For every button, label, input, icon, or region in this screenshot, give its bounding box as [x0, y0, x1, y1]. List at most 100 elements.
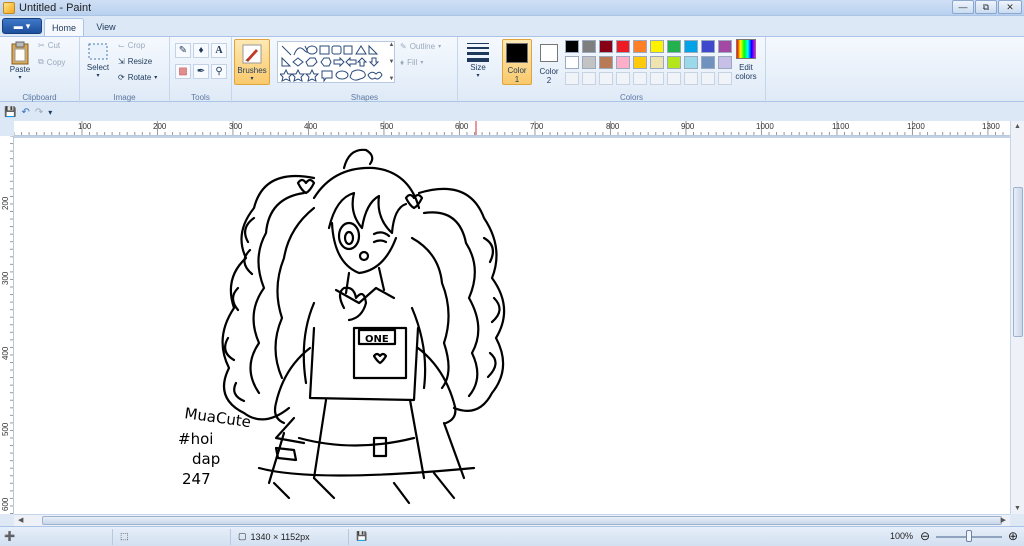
palette-color-swatch[interactable]: [667, 40, 681, 53]
paint-menu-button[interactable]: ▬ ▾: [2, 18, 42, 34]
palette-color-swatch[interactable]: [650, 40, 664, 53]
palette-color-swatch[interactable]: [616, 40, 630, 53]
pencil-icon[interactable]: ✎: [175, 43, 191, 58]
tab-view[interactable]: View: [88, 18, 124, 36]
color1-label: Color: [507, 66, 527, 75]
palette-color-swatch[interactable]: [718, 40, 732, 53]
custom-color-slot[interactable]: [718, 72, 732, 85]
edit-colors-line1: Edit: [739, 63, 753, 72]
palette-color-swatch[interactable]: [701, 40, 715, 53]
ruler-label: 600: [1, 497, 10, 511]
crop-button[interactable]: ⌙ Crop: [118, 41, 145, 50]
edit-colors-button[interactable]: Edit colors: [732, 39, 760, 85]
palette-color-swatch[interactable]: [599, 56, 613, 69]
vertical-scrollbar[interactable]: ▲ ▼: [1010, 121, 1024, 514]
rotate-button[interactable]: ⟳ Rotate ▾: [118, 73, 157, 82]
horizontal-scroll-thumb[interactable]: [42, 516, 1002, 525]
palette-color-swatch[interactable]: [616, 56, 630, 69]
vertical-scroll-thumb[interactable]: [1013, 187, 1023, 337]
scroll-left-icon[interactable]: ◀: [18, 516, 23, 524]
shapes-group-label: Shapes: [350, 93, 379, 102]
hashtag-text: dap: [192, 450, 220, 468]
custom-color-slot[interactable]: [565, 72, 579, 85]
customize-qat-icon[interactable]: ▾: [48, 108, 52, 117]
palette-color-swatch[interactable]: [718, 56, 732, 69]
ribbon: Paste ▾ ✂ Cut ⧉ Copy Clipboard Select ▾ ⌙ C…: [0, 36, 1024, 103]
brushes-button[interactable]: Brushes ▾: [234, 39, 270, 85]
palette-color-swatch[interactable]: [701, 56, 715, 69]
scroll-right-icon[interactable]: ▶: [1001, 516, 1006, 524]
clipboard-group-label: Clipboard: [22, 93, 57, 102]
custom-color-slot[interactable]: [701, 72, 715, 85]
select-button[interactable]: Select ▾: [84, 41, 112, 79]
fill-button[interactable]: ♦ Fill ▾: [400, 58, 423, 67]
shirt-text: ONE: [365, 334, 389, 345]
fill-bucket-icon[interactable]: ♦: [193, 43, 209, 58]
custom-color-slot[interactable]: [684, 72, 698, 85]
zoom-slider-thumb[interactable]: [966, 530, 972, 542]
fill-label: Fill: [407, 58, 418, 67]
palette-color-swatch[interactable]: [650, 56, 664, 69]
palette-color-swatch[interactable]: [565, 56, 579, 69]
tools-group: ✎ ♦ A ▩ ✒ ⚲ Tools: [170, 37, 232, 103]
chevron-down-icon: ▾: [476, 73, 480, 79]
tools-group-label: Tools: [191, 93, 210, 102]
ruler-label: 900: [681, 122, 695, 131]
minimize-button[interactable]: —: [952, 0, 974, 14]
zoom-out-button[interactable]: ⊖: [920, 529, 930, 543]
custom-color-slot[interactable]: [650, 72, 664, 85]
image-size-icon: ▢: [238, 531, 247, 541]
palette-color-swatch[interactable]: [582, 56, 596, 69]
custom-color-slot[interactable]: [582, 72, 596, 85]
paint-app-icon[interactable]: [3, 1, 15, 14]
palette-color-swatch[interactable]: [582, 40, 596, 53]
shapes-scroll[interactable]: ▲ ▼ ▼: [387, 42, 396, 82]
palette-color-swatch[interactable]: [633, 56, 647, 69]
zoom-in-button[interactable]: ⊕: [1008, 529, 1018, 543]
divider: [348, 529, 349, 545]
shapes-gallery[interactable]: [277, 41, 395, 83]
ruler-label: 800: [606, 122, 620, 131]
signature-text: MuaCute: [183, 404, 252, 431]
size-button[interactable]: Size ▾: [462, 41, 494, 79]
scroll-up-icon[interactable]: ▲: [1014, 123, 1021, 130]
custom-color-slot[interactable]: [599, 72, 613, 85]
palette-color-swatch[interactable]: [684, 40, 698, 53]
palette-color-swatch[interactable]: [599, 40, 613, 53]
maximize-button[interactable]: ⧉: [975, 0, 997, 14]
crop-label: Crop: [127, 41, 146, 50]
color1-number: 1: [514, 75, 520, 84]
tab-home[interactable]: Home: [44, 18, 84, 36]
close-button[interactable]: ✕: [998, 0, 1022, 14]
redo-icon[interactable]: ↷: [35, 107, 43, 118]
copy-button[interactable]: ⧉ Copy: [38, 57, 65, 67]
outline-button[interactable]: ✎ Outline ▾: [400, 42, 441, 51]
custom-color-slot[interactable]: [667, 72, 681, 85]
paste-button[interactable]: Paste ▾: [6, 41, 34, 81]
horizontal-scrollbar[interactable]: ◀ ▶: [14, 514, 1010, 526]
cut-button[interactable]: ✂ Cut: [38, 41, 60, 50]
shapes-grid-icon: [280, 44, 383, 82]
color2-swatch: [540, 44, 558, 62]
custom-color-slot[interactable]: [616, 72, 630, 85]
color2-number: 2: [546, 76, 552, 85]
custom-color-slot[interactable]: [633, 72, 647, 85]
palette-color-swatch[interactable]: [667, 56, 681, 69]
undo-icon[interactable]: ↶: [21, 107, 29, 118]
scroll-down-icon[interactable]: ▼: [1014, 505, 1021, 512]
eraser-icon[interactable]: ▩: [175, 64, 191, 79]
text-tool-icon[interactable]: A: [211, 43, 227, 58]
resize-button[interactable]: ⇲ Resize: [118, 57, 152, 66]
palette-color-swatch[interactable]: [565, 40, 579, 53]
color-picker-icon[interactable]: ✒: [193, 64, 209, 79]
palette-color-swatch[interactable]: [684, 56, 698, 69]
drawing-canvas[interactable]: MuaCute #hoi dap 247 ONE: [14, 138, 1010, 514]
magnifier-icon[interactable]: ⚲: [211, 64, 227, 79]
scissors-icon: ✂: [38, 41, 45, 50]
palette-color-swatch[interactable]: [633, 40, 647, 53]
color2-button[interactable]: Color 2: [534, 39, 564, 85]
save-icon[interactable]: 💾: [4, 107, 16, 118]
file-size: 💾: [356, 531, 367, 542]
color1-button[interactable]: Color 1: [502, 39, 532, 85]
hashtag-text: 247: [182, 470, 211, 488]
